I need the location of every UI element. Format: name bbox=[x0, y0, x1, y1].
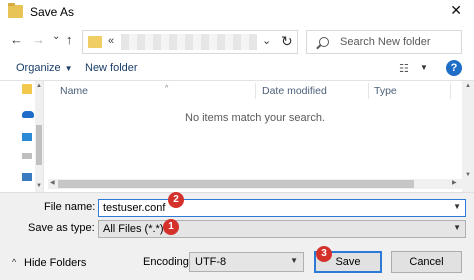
column-divider[interactable] bbox=[450, 83, 451, 99]
annotation-badge-1: 1 bbox=[163, 219, 179, 235]
close-icon[interactable]: ✕ bbox=[450, 2, 462, 19]
this-pc-icon[interactable] bbox=[22, 133, 32, 141]
column-header-date-modified[interactable]: Date modified bbox=[262, 85, 327, 97]
address-dropdown-icon[interactable]: ⌄ bbox=[262, 34, 271, 47]
encoding-value: UTF-8 bbox=[195, 256, 227, 268]
recent-locations-icon[interactable]: ⌄ bbox=[52, 31, 60, 42]
drive-icon[interactable] bbox=[22, 153, 32, 159]
column-label: Name bbox=[60, 85, 89, 97]
organize-label: Organize bbox=[16, 62, 61, 74]
column-divider[interactable] bbox=[368, 83, 369, 99]
column-header-type[interactable]: Type bbox=[374, 85, 397, 97]
folder-icon bbox=[88, 36, 102, 48]
view-options-icon[interactable]: ☷ bbox=[399, 62, 409, 75]
sort-ascending-icon: ^ bbox=[165, 85, 169, 92]
scroll-left-icon[interactable]: ◀ bbox=[50, 179, 55, 186]
search-placeholder: Search New folder bbox=[340, 36, 431, 48]
column-divider[interactable] bbox=[255, 83, 256, 99]
scroll-up-icon[interactable]: ▲ bbox=[35, 83, 43, 89]
empty-state-message: No items match your search. bbox=[185, 112, 325, 124]
annotation-badge-2: 2 bbox=[168, 192, 184, 208]
navigation-bar: ← → ⌄ ↑ « ⌄ ↻ Search New folder bbox=[0, 24, 474, 58]
chevron-up-icon[interactable]: ^ bbox=[12, 257, 16, 267]
hide-folders-button[interactable]: Hide Folders bbox=[24, 257, 86, 269]
file-name-value: testuser.conf bbox=[103, 202, 166, 214]
scrollbar-thumb[interactable] bbox=[36, 125, 42, 165]
file-name-label: File name: bbox=[44, 201, 96, 213]
file-name-field[interactable]: testuser.conf ▼ bbox=[98, 199, 466, 217]
annotation-badge-3: 3 bbox=[316, 246, 332, 262]
network-icon[interactable] bbox=[22, 173, 32, 181]
encoding-select[interactable]: UTF-8 ▼ bbox=[189, 252, 304, 272]
chevron-down-icon: ▼ bbox=[64, 64, 73, 73]
encoding-label: Encoding: bbox=[143, 256, 192, 268]
help-icon[interactable]: ? bbox=[446, 60, 462, 76]
folder-icon bbox=[8, 3, 23, 18]
chevron-down-icon[interactable]: ▼ bbox=[453, 202, 461, 211]
new-folder-button[interactable]: New folder bbox=[85, 62, 138, 74]
up-icon[interactable]: ↑ bbox=[66, 32, 73, 47]
blurred-path bbox=[121, 34, 257, 50]
search-icon bbox=[319, 37, 329, 47]
scroll-down-icon[interactable]: ▼ bbox=[35, 183, 43, 189]
forward-icon[interactable]: → bbox=[32, 32, 45, 47]
title-bar: Save As ✕ bbox=[0, 0, 474, 24]
onedrive-icon[interactable] bbox=[22, 111, 34, 118]
file-list[interactable]: Name ^ Date modified Type No items match … bbox=[48, 81, 474, 193]
save-as-type-value: All Files (*.*) bbox=[103, 223, 164, 235]
command-bar: Organize ▼ New folder ☷ ▼ ? bbox=[0, 58, 474, 80]
window-title: Save As bbox=[30, 5, 75, 19]
back-icon[interactable]: ← bbox=[10, 32, 23, 47]
cancel-button[interactable]: Cancel bbox=[391, 251, 462, 273]
chevron-down-icon[interactable]: ▼ bbox=[453, 223, 461, 232]
address-chevron-icon[interactable]: « bbox=[108, 35, 114, 47]
chevron-down-icon[interactable]: ▼ bbox=[290, 256, 298, 265]
save-as-type-label: Save as type: bbox=[28, 222, 95, 234]
scroll-down-icon[interactable]: ▼ bbox=[462, 172, 474, 178]
organize-button[interactable]: Organize ▼ bbox=[16, 62, 73, 74]
refresh-icon[interactable]: ↻ bbox=[281, 33, 293, 50]
scroll-right-icon[interactable]: ▶ bbox=[452, 179, 457, 186]
folder-icon[interactable] bbox=[22, 84, 32, 94]
scroll-up-icon[interactable]: ▲ bbox=[462, 83, 474, 89]
navigation-pane[interactable]: ▲ ▼ bbox=[0, 81, 44, 193]
save-options-panel: File name: testuser.conf ▼ 2 Save as typ… bbox=[0, 192, 474, 280]
save-as-type-select[interactable]: All Files (*.*) ▼ bbox=[98, 220, 466, 238]
scrollbar-thumb[interactable] bbox=[58, 180, 414, 188]
search-box[interactable]: Search New folder bbox=[306, 30, 462, 54]
chevron-down-icon[interactable]: ▼ bbox=[420, 63, 428, 72]
column-header-name[interactable]: Name ^ bbox=[60, 85, 168, 97]
browser-area: ▲ ▼ Name ^ Date modified Type No items ma… bbox=[0, 80, 474, 193]
address-bar[interactable]: « ⌄ ↻ bbox=[82, 30, 298, 54]
